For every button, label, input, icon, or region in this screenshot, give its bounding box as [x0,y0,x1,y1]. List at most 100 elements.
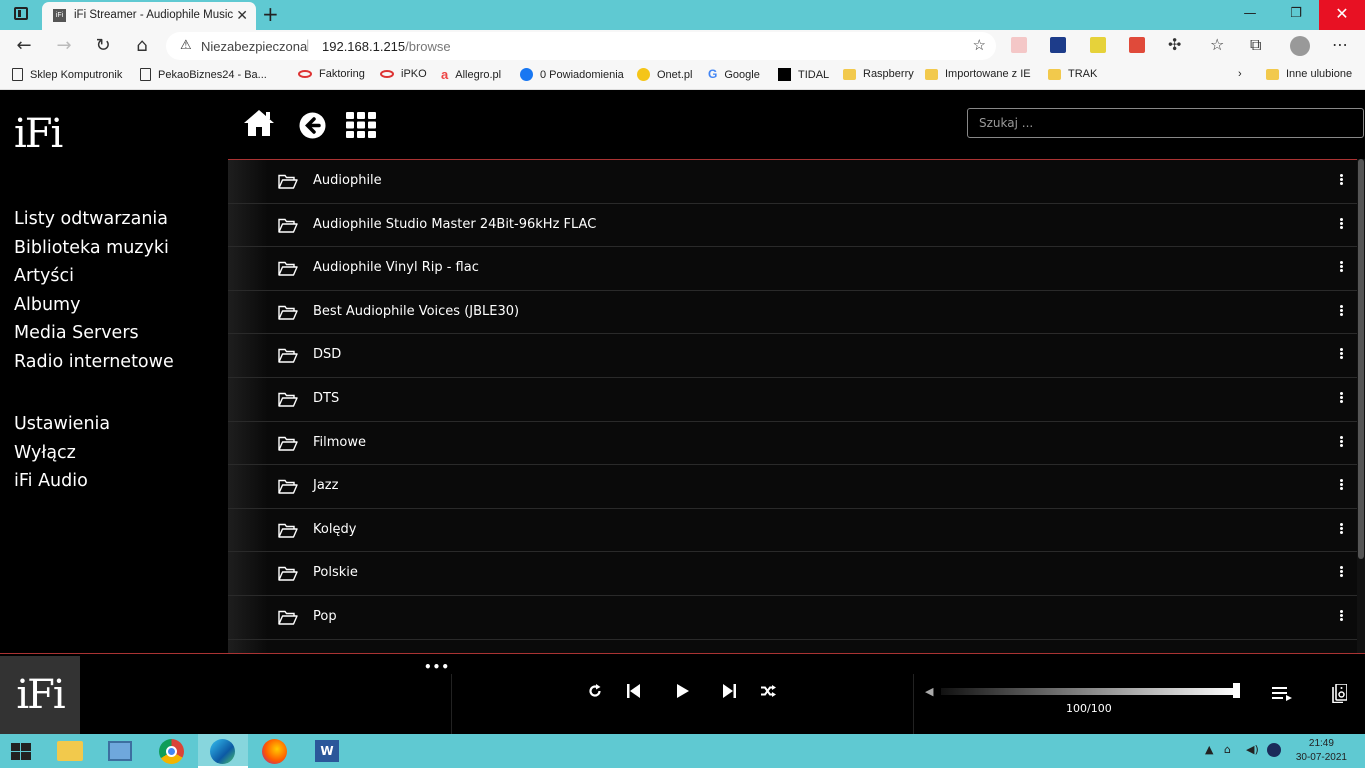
search-input[interactable] [967,108,1364,138]
kebab-menu-icon[interactable] [1340,479,1343,491]
bookmark-folder[interactable]: Importowane z IE [925,68,1031,80]
folder-name[interactable]: DSD [313,347,341,362]
folder-name[interactable]: Jazz [313,478,338,493]
kebab-menu-icon[interactable] [1340,522,1343,534]
folder-row[interactable]: Best Audiophile Voices (JBLE30) [228,291,1357,335]
window-close-icon[interactable]: ✕ [1319,0,1365,30]
bookmark-item[interactable]: Sklep Komputronik [12,68,122,81]
folder-name[interactable]: Audiophile Studio Master 24Bit-96kHz FLA… [313,217,596,232]
sidebar-item-settings[interactable]: Ustawienia [14,410,110,439]
folder-name[interactable]: Best Audiophile Voices (JBLE30) [313,304,519,319]
forward-arrow-icon[interactable]: → [52,34,76,58]
scrollbar-thumb[interactable] [1358,159,1364,559]
network-icon[interactable]: ⌂ [1224,743,1231,756]
next-track-icon[interactable] [723,684,736,698]
bookmark-item[interactable]: TIDAL [778,68,829,81]
volume-slider[interactable] [941,688,1237,695]
more-menu-icon[interactable]: ⋯ [1332,35,1348,54]
bookmark-item[interactable]: iPKO [380,68,427,80]
folder-name[interactable]: Pop [313,609,337,624]
new-tab-button[interactable]: + [262,2,279,26]
browser-tab[interactable]: iFi iFi Streamer - Audiophile Music P ✕ [42,2,256,30]
folder-name[interactable]: Kolędy [313,522,356,537]
tray-chevron-icon[interactable]: ▲ [1205,743,1213,756]
extension-icon[interactable] [1011,37,1027,53]
bookmark-item[interactable]: Faktoring [298,68,365,80]
kebab-menu-icon[interactable] [1340,304,1343,316]
bookmark-folder[interactable]: Inne ulubione [1266,68,1352,80]
folder-name[interactable]: Polskie [313,565,358,580]
tab-close-icon[interactable]: ✕ [236,7,248,24]
word-taskbar-button[interactable]: W [301,734,351,768]
taskbar-clock[interactable]: 21:49 30-07-2021 [1296,737,1347,765]
folder-row[interactable]: Polskie [228,552,1357,596]
bookmark-item[interactable]: PekaoBiznes24 - Ba... [140,68,267,81]
folder-row[interactable]: Jazz [228,465,1357,509]
back-circle-icon[interactable] [299,112,326,139]
play-icon[interactable] [677,684,689,698]
url-text[interactable]: 192.168.1.215/browse [322,39,451,54]
firefox-taskbar-button[interactable] [250,734,300,768]
repeat-icon[interactable] [588,684,602,698]
profile-avatar[interactable] [1290,36,1310,56]
window-menu-icon[interactable] [14,7,28,20]
volume-icon[interactable]: ◀ [925,685,933,698]
bookmark-item[interactable]: a Allegro.pl [441,68,501,81]
kebab-menu-icon[interactable] [1340,174,1343,185]
sidebar-item-playlists[interactable]: Listy odtwarzania [14,205,174,234]
extensions-puzzle-icon[interactable]: ✣ [1168,35,1181,54]
kebab-menu-icon[interactable] [1340,391,1343,403]
folder-row[interactable]: DTS [228,378,1357,422]
tray-app-icon[interactable] [1267,743,1281,757]
security-label[interactable]: Niezabezpieczona [201,39,307,54]
kebab-menu-icon[interactable] [1340,217,1343,229]
edge-taskbar-button[interactable] [198,734,248,768]
queue-icon[interactable] [1272,687,1292,701]
shuffle-icon[interactable] [761,685,776,697]
bookmark-item[interactable]: G Google [708,68,760,81]
sidebar-item-shutdown[interactable]: Wyłącz [14,439,110,468]
grid-view-icon[interactable] [346,112,376,138]
file-explorer-taskbar-button[interactable] [45,734,95,768]
home-icon[interactable] [243,109,275,137]
warning-icon[interactable]: ⚠ [180,37,192,53]
bookmark-folder[interactable]: Raspberry [843,68,914,80]
volume-slider-handle[interactable] [1233,683,1240,698]
extension-icon[interactable] [1090,37,1106,53]
control-panel-taskbar-button[interactable] [95,734,145,768]
folder-row[interactable]: Pop [228,596,1357,640]
more-options-icon[interactable]: ••• [424,660,450,674]
kebab-menu-icon[interactable] [1340,348,1343,360]
folder-row[interactable]: Audiophile Studio Master 24Bit-96kHz FLA… [228,204,1357,248]
folder-row[interactable]: Audiophile [228,160,1357,204]
extension-icon[interactable] [1129,37,1145,53]
sidebar-item-artists[interactable]: Artyści [14,262,174,291]
add-favorite-icon[interactable]: ☆ [973,36,986,54]
folder-name[interactable]: DTS [313,391,339,406]
kebab-menu-icon[interactable] [1340,566,1343,578]
collections-icon[interactable]: ⧉ [1250,35,1261,55]
ifi-logo[interactable]: iFi [14,111,63,157]
extension-icon[interactable] [1050,37,1066,53]
kebab-menu-icon[interactable] [1340,435,1343,447]
chrome-taskbar-button[interactable] [147,734,197,768]
back-arrow-icon[interactable]: ← [12,34,36,58]
refresh-icon[interactable]: ↻ [91,34,115,58]
sidebar-item-internet-radio[interactable]: Radio internetowe [14,348,174,377]
album-art[interactable]: iFi [0,656,80,735]
sidebar-item-albums[interactable]: Albumy [14,291,174,320]
bookmarks-overflow-chevron-icon[interactable]: › [1238,68,1242,80]
bookmark-item[interactable]: Onet.pl [637,68,692,81]
output-device-icon[interactable] [1332,684,1347,703]
kebab-menu-icon[interactable] [1340,261,1343,273]
sidebar-item-ifi-audio[interactable]: iFi Audio [14,467,110,496]
kebab-menu-icon[interactable] [1340,609,1343,621]
speaker-icon[interactable]: ◀) [1246,743,1259,756]
folder-row[interactable]: Filmowe [228,422,1357,466]
home-icon[interactable]: ⌂ [130,34,154,58]
folder-name[interactable]: Audiophile Vinyl Rip - flac [313,260,479,275]
windows-start-icon[interactable] [11,743,31,760]
sidebar-item-media-servers[interactable]: Media Servers [14,319,174,348]
restore-icon[interactable]: ❐ [1273,0,1319,30]
minimize-icon[interactable]: — [1227,0,1273,30]
